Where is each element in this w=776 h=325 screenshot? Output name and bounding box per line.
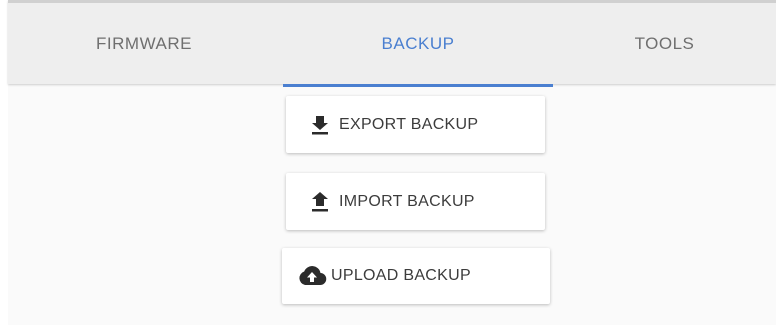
upload-backup-label: UPLOAD BACKUP xyxy=(331,267,471,284)
export-backup-button[interactable]: EXPORT BACKUP xyxy=(286,96,545,153)
tab-firmware[interactable]: FIRMWARE xyxy=(8,3,280,84)
backup-panel: FIRMWARE BACKUP TOOLS EXPORT BACKUP IMPO… xyxy=(8,0,776,325)
upload-backup-button[interactable]: UPLOAD BACKUP xyxy=(282,248,550,304)
import-backup-label: IMPORT BACKUP xyxy=(339,192,475,210)
upload-arrow-icon xyxy=(309,191,331,213)
tab-bar: FIRMWARE BACKUP TOOLS xyxy=(8,0,776,87)
import-backup-button[interactable]: IMPORT BACKUP xyxy=(286,173,545,230)
download-icon xyxy=(309,114,331,136)
tab-backup[interactable]: BACKUP xyxy=(283,3,553,84)
tab-tools[interactable]: TOOLS xyxy=(553,3,776,84)
export-backup-label: EXPORT BACKUP xyxy=(339,115,479,133)
active-tab-indicator xyxy=(283,84,553,87)
cloud-upload-icon xyxy=(297,265,327,287)
